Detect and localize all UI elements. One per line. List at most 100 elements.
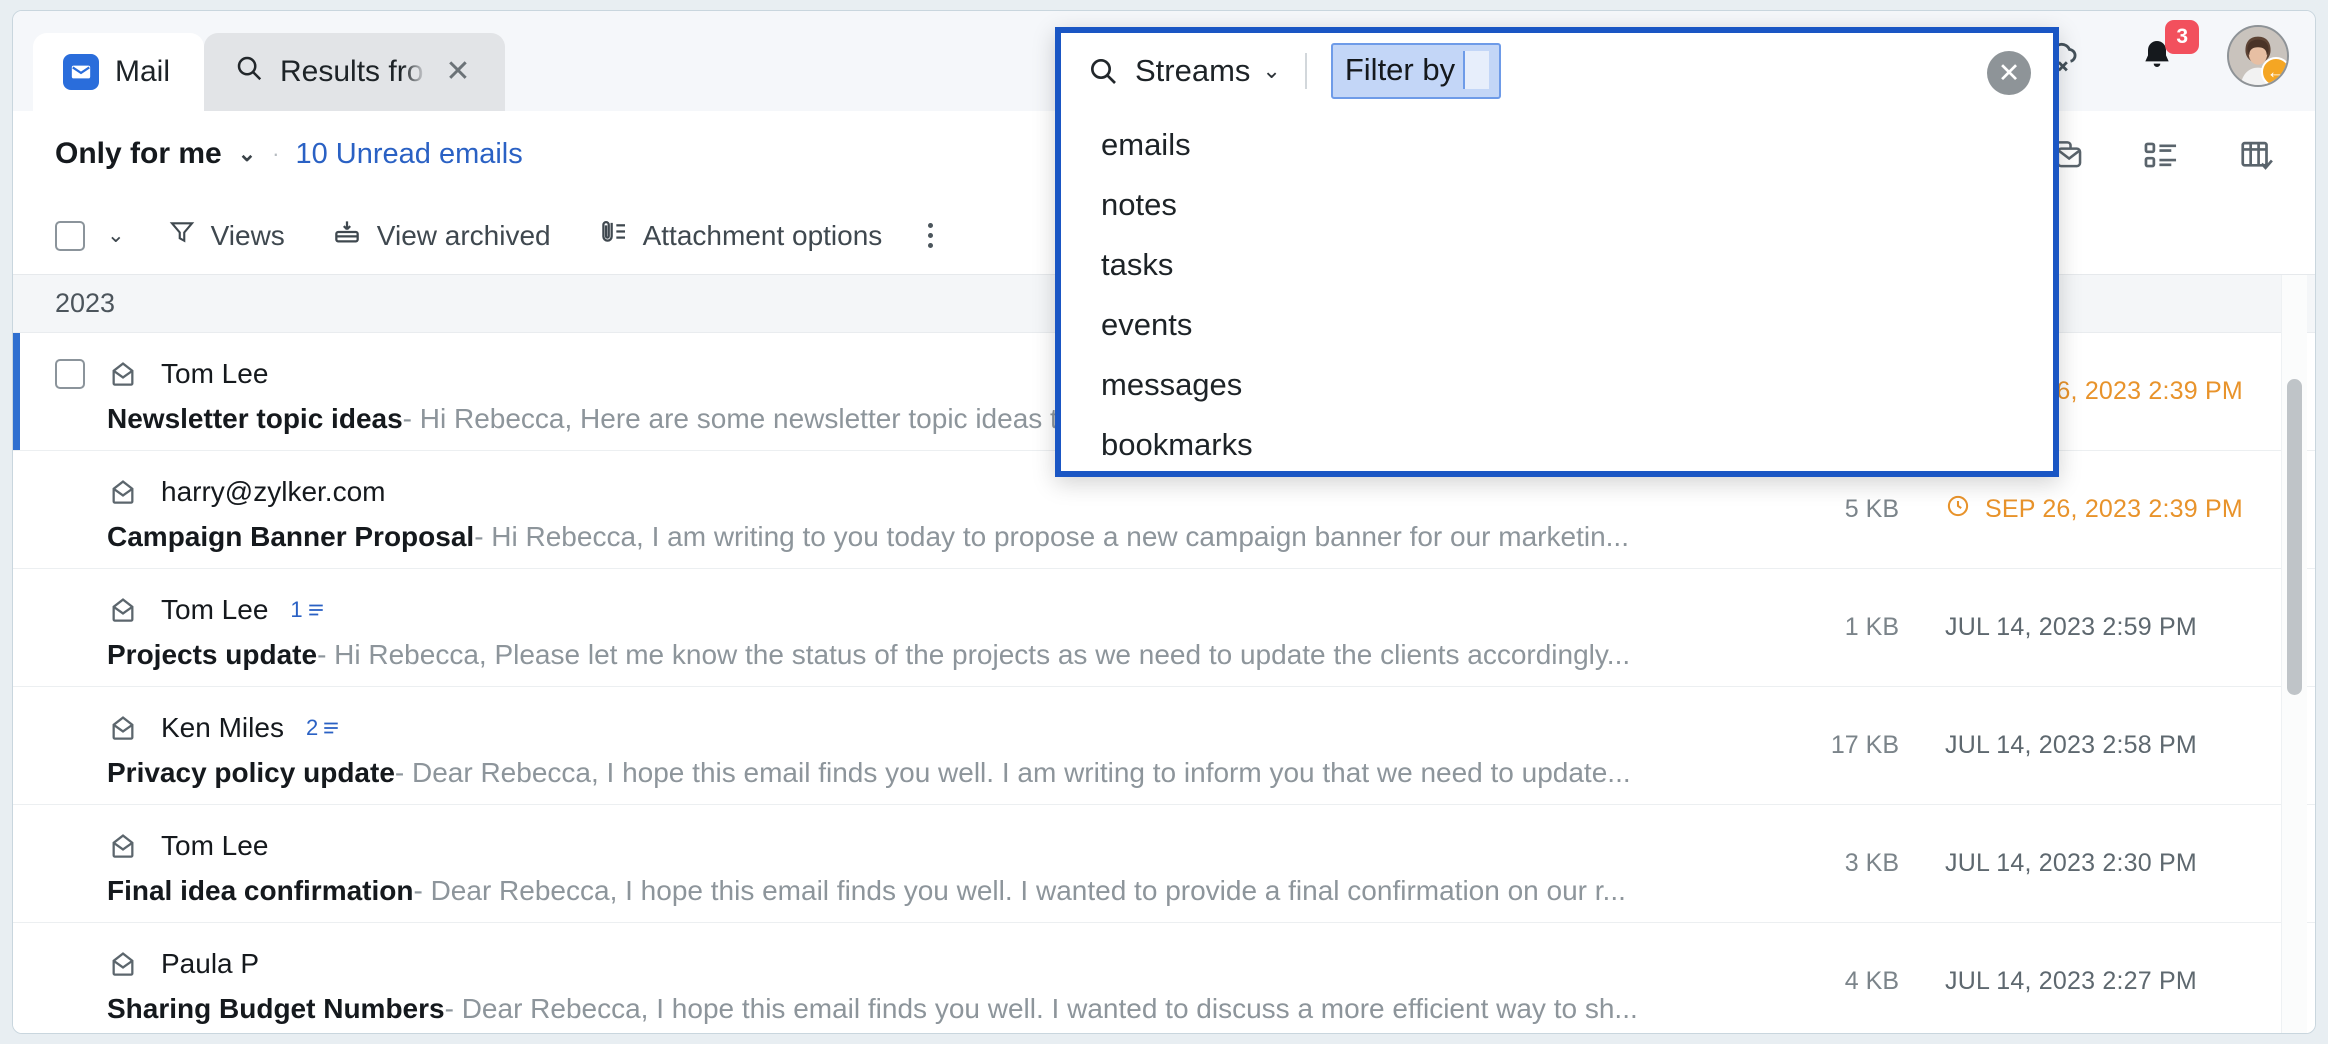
list-view-icon[interactable] — [2137, 131, 2185, 179]
row-sender: harry@zylker.com — [161, 476, 385, 508]
streams-option-events[interactable]: events — [1101, 295, 2053, 355]
option-label: bookmarks — [1101, 427, 1253, 463]
envelope-icon — [107, 830, 139, 862]
row-subject: Sharing Budget Numbers — [107, 993, 445, 1025]
tab-results-label: Results fro — [280, 55, 423, 89]
thread-count-badge: 1 — [290, 597, 324, 623]
avatar[interactable]: ← — [2227, 25, 2289, 87]
close-icon[interactable]: ✕ — [1987, 51, 2031, 95]
chevron-down-icon[interactable]: ⌄ — [1262, 58, 1280, 84]
row-timestamp: JUL 14, 2023 2:27 PM — [1945, 967, 2275, 996]
attachment-options-label: Attachment options — [643, 220, 883, 252]
kebab-menu-icon[interactable] — [928, 223, 933, 248]
row-snippet: - Dear Rebecca, I hope this email finds … — [445, 993, 1795, 1025]
filter-by-input[interactable]: Filter by — [1331, 43, 1501, 99]
row-size: 1 KB — [1795, 613, 1899, 642]
row-size: 4 KB — [1795, 967, 1899, 996]
row-snippet: - Hi Rebecca, I am writing to you today … — [474, 521, 1795, 553]
row-subject: Privacy policy update — [107, 757, 395, 789]
chevron-down-icon[interactable]: ⌄ — [107, 223, 125, 248]
envelope-icon — [107, 476, 139, 508]
row-sender: Tom Lee — [161, 358, 268, 390]
mail-app-icon — [63, 54, 99, 90]
streams-dropdown-panel: Streams ⌄ Filter by ✕ emails notes tasks… — [1055, 27, 2059, 477]
row-timestamp: JUL 14, 2023 2:30 PM — [1945, 849, 2275, 878]
row-timestamp: JUL 14, 2023 2:58 PM — [1945, 731, 2275, 760]
streams-option-bookmarks[interactable]: bookmarks — [1101, 415, 2053, 475]
envelope-icon — [107, 948, 139, 980]
table-row[interactable]: Tom Lee 1 Projects update - Hi Rebecca, … — [13, 569, 2315, 687]
row-timestamp-text: JUL 14, 2023 2:27 PM — [1945, 967, 2197, 996]
option-label: tasks — [1101, 247, 1173, 283]
scrollbar-thumb[interactable] — [2287, 379, 2302, 695]
views-button[interactable]: Views — [167, 217, 285, 254]
row-size: 5 KB — [1795, 495, 1899, 524]
attachment-list-icon — [597, 216, 629, 255]
view-mode-icons — [2041, 131, 2281, 179]
table-row[interactable]: Ken Miles 2 Privacy policy update - Dear… — [13, 687, 2315, 805]
app-window: Mail Results fro ✕ 3 — [12, 10, 2316, 1034]
thread-count: 2 — [306, 715, 318, 741]
top-right-actions: 3 ← — [2039, 25, 2289, 87]
view-archived-label: View archived — [377, 220, 551, 252]
row-timestamp-text: JUL 14, 2023 2:59 PM — [1945, 613, 2197, 642]
row-snippet: - Hi Rebecca, Please let me know the sta… — [317, 639, 1795, 671]
row-timestamp-text: JUL 14, 2023 2:30 PM — [1945, 849, 2197, 878]
separator-dot: · — [272, 141, 279, 167]
table-row[interactable]: Tom Lee Final idea confirmation - Dear R… — [13, 805, 2315, 923]
option-label: notes — [1101, 187, 1177, 223]
list-scrollbar[interactable] — [2281, 275, 2307, 1034]
option-label: emails — [1101, 127, 1191, 163]
row-sender: Ken Miles — [161, 712, 284, 744]
unread-emails-link[interactable]: 10 Unread emails — [295, 138, 522, 171]
streams-option-emails[interactable]: emails — [1101, 115, 2053, 175]
row-timestamp: SEP 26, 2023 2:39 PM — [1945, 493, 2275, 526]
row-subject: Projects update — [107, 639, 317, 671]
filter-icon — [167, 217, 197, 254]
bell-icon[interactable]: 3 — [2133, 32, 2181, 80]
clock-icon — [1945, 493, 1971, 526]
scope-selector[interactable]: Only for me ⌄ — [55, 137, 256, 171]
streams-option-tasks[interactable]: tasks — [1101, 235, 2053, 295]
tab-mail[interactable]: Mail — [33, 33, 204, 111]
streams-title[interactable]: Streams — [1135, 53, 1250, 89]
filter-by-text: Filter by — [1345, 52, 1455, 88]
envelope-icon — [107, 594, 139, 626]
row-size: 3 KB — [1795, 849, 1899, 878]
thread-count: 1 — [290, 597, 302, 623]
row-timestamp-text: SEP 26, 2023 2:39 PM — [1985, 495, 2243, 524]
table-row[interactable]: Paula P Sharing Budget Numbers - Dear Re… — [13, 923, 2315, 1034]
streams-option-messages[interactable]: messages — [1101, 355, 2053, 415]
text-cursor — [1463, 51, 1489, 89]
attachment-options-button[interactable]: Attachment options — [597, 216, 883, 255]
select-all-checkbox[interactable] — [55, 221, 85, 251]
envelope-icon — [107, 358, 139, 390]
back-arrow-icon: ← — [2261, 57, 2289, 87]
tab-close-icon[interactable]: ✕ — [445, 57, 470, 87]
notification-badge: 3 — [2165, 20, 2199, 54]
tab-mail-label: Mail — [115, 55, 170, 89]
streams-panel-header: Streams ⌄ Filter by ✕ — [1061, 33, 2053, 109]
row-timestamp: JUL 14, 2023 2:59 PM — [1945, 613, 2275, 642]
row-snippet: - Dear Rebecca, I hope this email finds … — [413, 875, 1795, 907]
row-checkbox[interactable] — [55, 359, 85, 389]
row-subject: Campaign Banner Proposal — [107, 521, 474, 553]
row-timestamp-text: JUL 14, 2023 2:58 PM — [1945, 731, 2197, 760]
search-icon — [234, 53, 264, 91]
search-icon — [1087, 55, 1119, 87]
tab-results[interactable]: Results fro ✕ — [204, 33, 505, 111]
row-snippet: - Dear Rebecca, I hope this email finds … — [395, 757, 1795, 789]
row-sender: Tom Lee — [161, 594, 268, 626]
table-view-icon[interactable] — [2233, 131, 2281, 179]
option-label: messages — [1101, 367, 1242, 403]
streams-option-list: emails notes tasks events messages bookm… — [1061, 109, 2053, 475]
option-label: events — [1101, 307, 1192, 343]
row-subject: Newsletter topic ideas — [107, 403, 403, 435]
streams-option-notes[interactable]: notes — [1101, 175, 2053, 235]
group-header-label: 2023 — [55, 288, 115, 319]
divider — [1305, 53, 1307, 89]
thread-count-badge: 2 — [306, 715, 340, 741]
row-sender: Tom Lee — [161, 830, 268, 862]
chevron-down-icon: ⌄ — [238, 141, 256, 167]
view-archived-button[interactable]: View archived — [331, 216, 551, 255]
